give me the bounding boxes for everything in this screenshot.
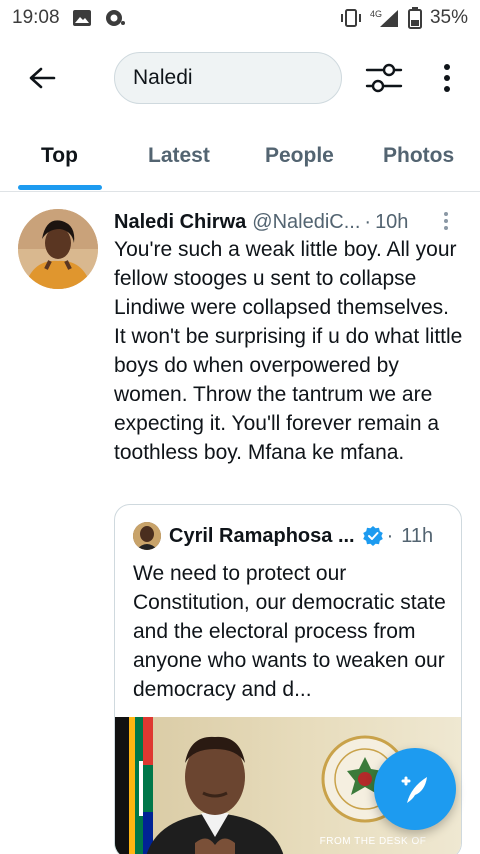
tab-latest[interactable]: Latest	[148, 144, 210, 168]
tweet-text: You're such a weak little boy. All your …	[114, 238, 463, 464]
battery-icon	[407, 7, 422, 29]
back-arrow-icon	[29, 67, 56, 89]
quoted-avatar-photo	[133, 522, 161, 550]
tweet-menu-icon[interactable]	[440, 211, 452, 231]
filter-sliders-icon	[365, 63, 403, 93]
verified-badge-icon	[362, 526, 383, 546]
quoted-tweet-time: 11h	[401, 524, 434, 547]
search-tabs: Top Latest People Photos	[0, 120, 480, 192]
media-caption: FROM THE DESK OF	[319, 836, 427, 847]
quoted-tweet-header: Cyril Ramaphosa ... · 11h	[133, 521, 453, 551]
status-time: 19:08	[12, 7, 60, 28]
search-header: Naledi	[0, 36, 480, 120]
tab-people[interactable]: People	[265, 144, 334, 168]
president-photo	[146, 736, 284, 854]
search-filter-button[interactable]	[364, 60, 404, 96]
separator-dot: ·	[364, 210, 372, 233]
compose-tweet-button[interactable]	[374, 748, 456, 830]
quoted-tweet-text: We need to protect our Constitution, our…	[133, 562, 446, 701]
back-button[interactable]	[24, 62, 60, 94]
status-bar: 19:08 4G 35%	[0, 0, 480, 36]
more-options-button[interactable]	[436, 60, 458, 96]
camera-icon	[105, 10, 125, 26]
network-label: 4G	[370, 9, 382, 19]
more-vertical-icon	[444, 64, 450, 92]
tweet-time: 10h	[375, 210, 409, 233]
battery-percent: 35%	[429, 7, 468, 28]
quoted-author-name: Cyril Ramaphosa ...	[169, 524, 355, 547]
vibrate-icon	[340, 9, 361, 27]
compose-tweet-icon	[401, 776, 427, 803]
search-query: Naledi	[133, 66, 193, 89]
quoted-author-avatar	[133, 522, 161, 550]
avatar[interactable]	[18, 209, 98, 289]
signal-icon: 4G	[370, 9, 398, 27]
avatar-photo	[18, 209, 98, 289]
author-handle[interactable]: @NalediC...	[252, 211, 360, 234]
active-tab-indicator	[18, 185, 102, 190]
gallery-icon	[72, 10, 91, 26]
author-name[interactable]: Naledi Chirwa	[114, 211, 246, 234]
tweet-header: Naledi Chirwa @NalediC... · 10h	[114, 207, 464, 237]
search-input[interactable]: Naledi	[114, 52, 342, 104]
quoted-separator-dot: ·	[386, 524, 394, 547]
tab-photos[interactable]: Photos	[383, 144, 454, 168]
tab-top[interactable]: Top	[41, 144, 78, 168]
